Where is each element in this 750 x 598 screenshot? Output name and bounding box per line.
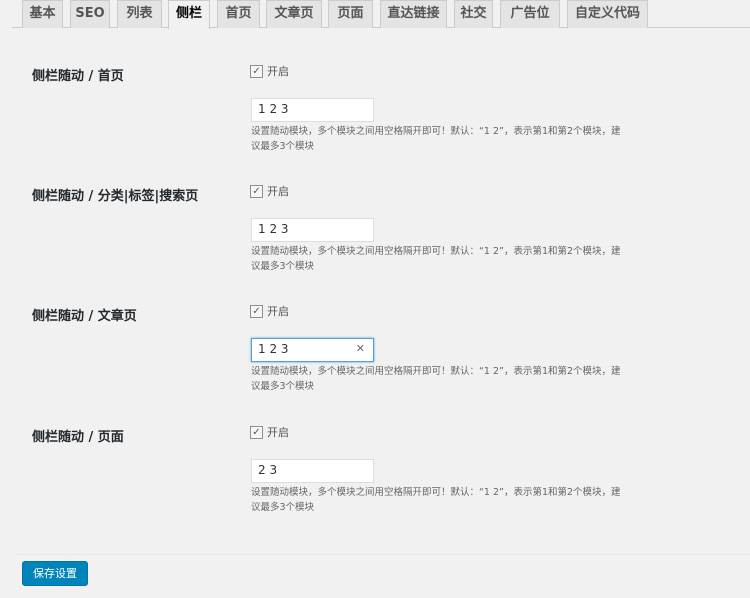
input-value: 1 2 3: [258, 342, 289, 356]
tab-basic[interactable]: 基本: [22, 0, 63, 28]
enable-checkbox[interactable]: ✓ 开启: [250, 63, 289, 79]
modules-input[interactable]: 1 2 3: [251, 98, 374, 122]
modules-input[interactable]: 1 2 3 ✕: [251, 338, 374, 362]
tab-list[interactable]: 列表: [117, 0, 162, 28]
enable-checkbox[interactable]: ✓ 开启: [250, 183, 289, 199]
setting-description: 设置随动模块，多个模块之间用空格隔开即可！默认：“1 2”，表示第1和第2个模块…: [251, 366, 621, 392]
tab-custom-code[interactable]: 自定义代码: [567, 0, 648, 28]
save-button[interactable]: 保存设置: [22, 561, 88, 586]
clear-icon[interactable]: ✕: [356, 342, 365, 355]
section-home: 侧栏随动 / 首页 ✓ 开启 1 2 3 设置随动模块，多个模块之间用空格隔开即可…: [0, 63, 750, 185]
section-page: 侧栏随动 / 页面 ✓ 开启 2 3 设置随动模块，多个模块之间用空格隔开即可！默…: [0, 424, 750, 546]
section-archive: 侧栏随动 / 分类|标签|搜索页 ✓ 开启 1 2 3 设置随动模块，多个模块之间…: [0, 183, 750, 305]
checkbox-label: 开启: [267, 426, 289, 439]
tab-sidebar[interactable]: 侧栏: [168, 0, 210, 29]
modules-input[interactable]: 2 3: [251, 459, 374, 483]
setting-title: 侧栏随动 / 分类|标签|搜索页: [32, 189, 199, 204]
setting-description: 设置随动模块，多个模块之间用空格隔开即可！默认：“1 2”，表示第1和第2个模块…: [251, 126, 621, 152]
setting-title: 侧栏随动 / 页面: [32, 430, 124, 445]
checkbox-label: 开启: [267, 185, 289, 198]
check-icon: ✓: [250, 425, 263, 439]
tab-social[interactable]: 社交: [454, 0, 493, 28]
setting-description: 设置随动模块，多个模块之间用空格隔开即可！默认：“1 2”，表示第1和第2个模块…: [251, 246, 621, 272]
tab-page[interactable]: 页面: [328, 0, 373, 28]
enable-checkbox[interactable]: ✓ 开启: [250, 303, 289, 319]
check-icon: ✓: [250, 184, 263, 198]
checkbox-label: 开启: [267, 65, 289, 78]
divider: [14, 554, 750, 555]
tab-ads[interactable]: 广告位: [500, 0, 560, 28]
setting-title: 侧栏随动 / 首页: [32, 69, 124, 84]
setting-description: 设置随动模块，多个模块之间用空格隔开即可！默认：“1 2”，表示第1和第2个模块…: [251, 487, 621, 513]
checkbox-label: 开启: [267, 305, 289, 318]
tab-home[interactable]: 首页: [217, 0, 260, 28]
tab-article[interactable]: 文章页: [266, 0, 322, 28]
section-article: 侧栏随动 / 文章页 ✓ 开启 1 2 3 ✕ 设置随动模块，多个模块之间用空格隔开…: [0, 303, 750, 425]
tab-direct-links[interactable]: 直达链接: [380, 0, 447, 28]
tab-seo[interactable]: SEO: [70, 0, 110, 28]
setting-title: 侧栏随动 / 文章页: [32, 309, 137, 324]
modules-input[interactable]: 1 2 3: [251, 218, 374, 242]
check-icon: ✓: [250, 304, 263, 318]
enable-checkbox[interactable]: ✓ 开启: [250, 424, 289, 440]
tab-bar: 基本 SEO 列表 侧栏 首页 文章页 页面 直达链接 社交 广告位 自定义代码: [12, 0, 750, 29]
check-icon: ✓: [250, 64, 263, 78]
